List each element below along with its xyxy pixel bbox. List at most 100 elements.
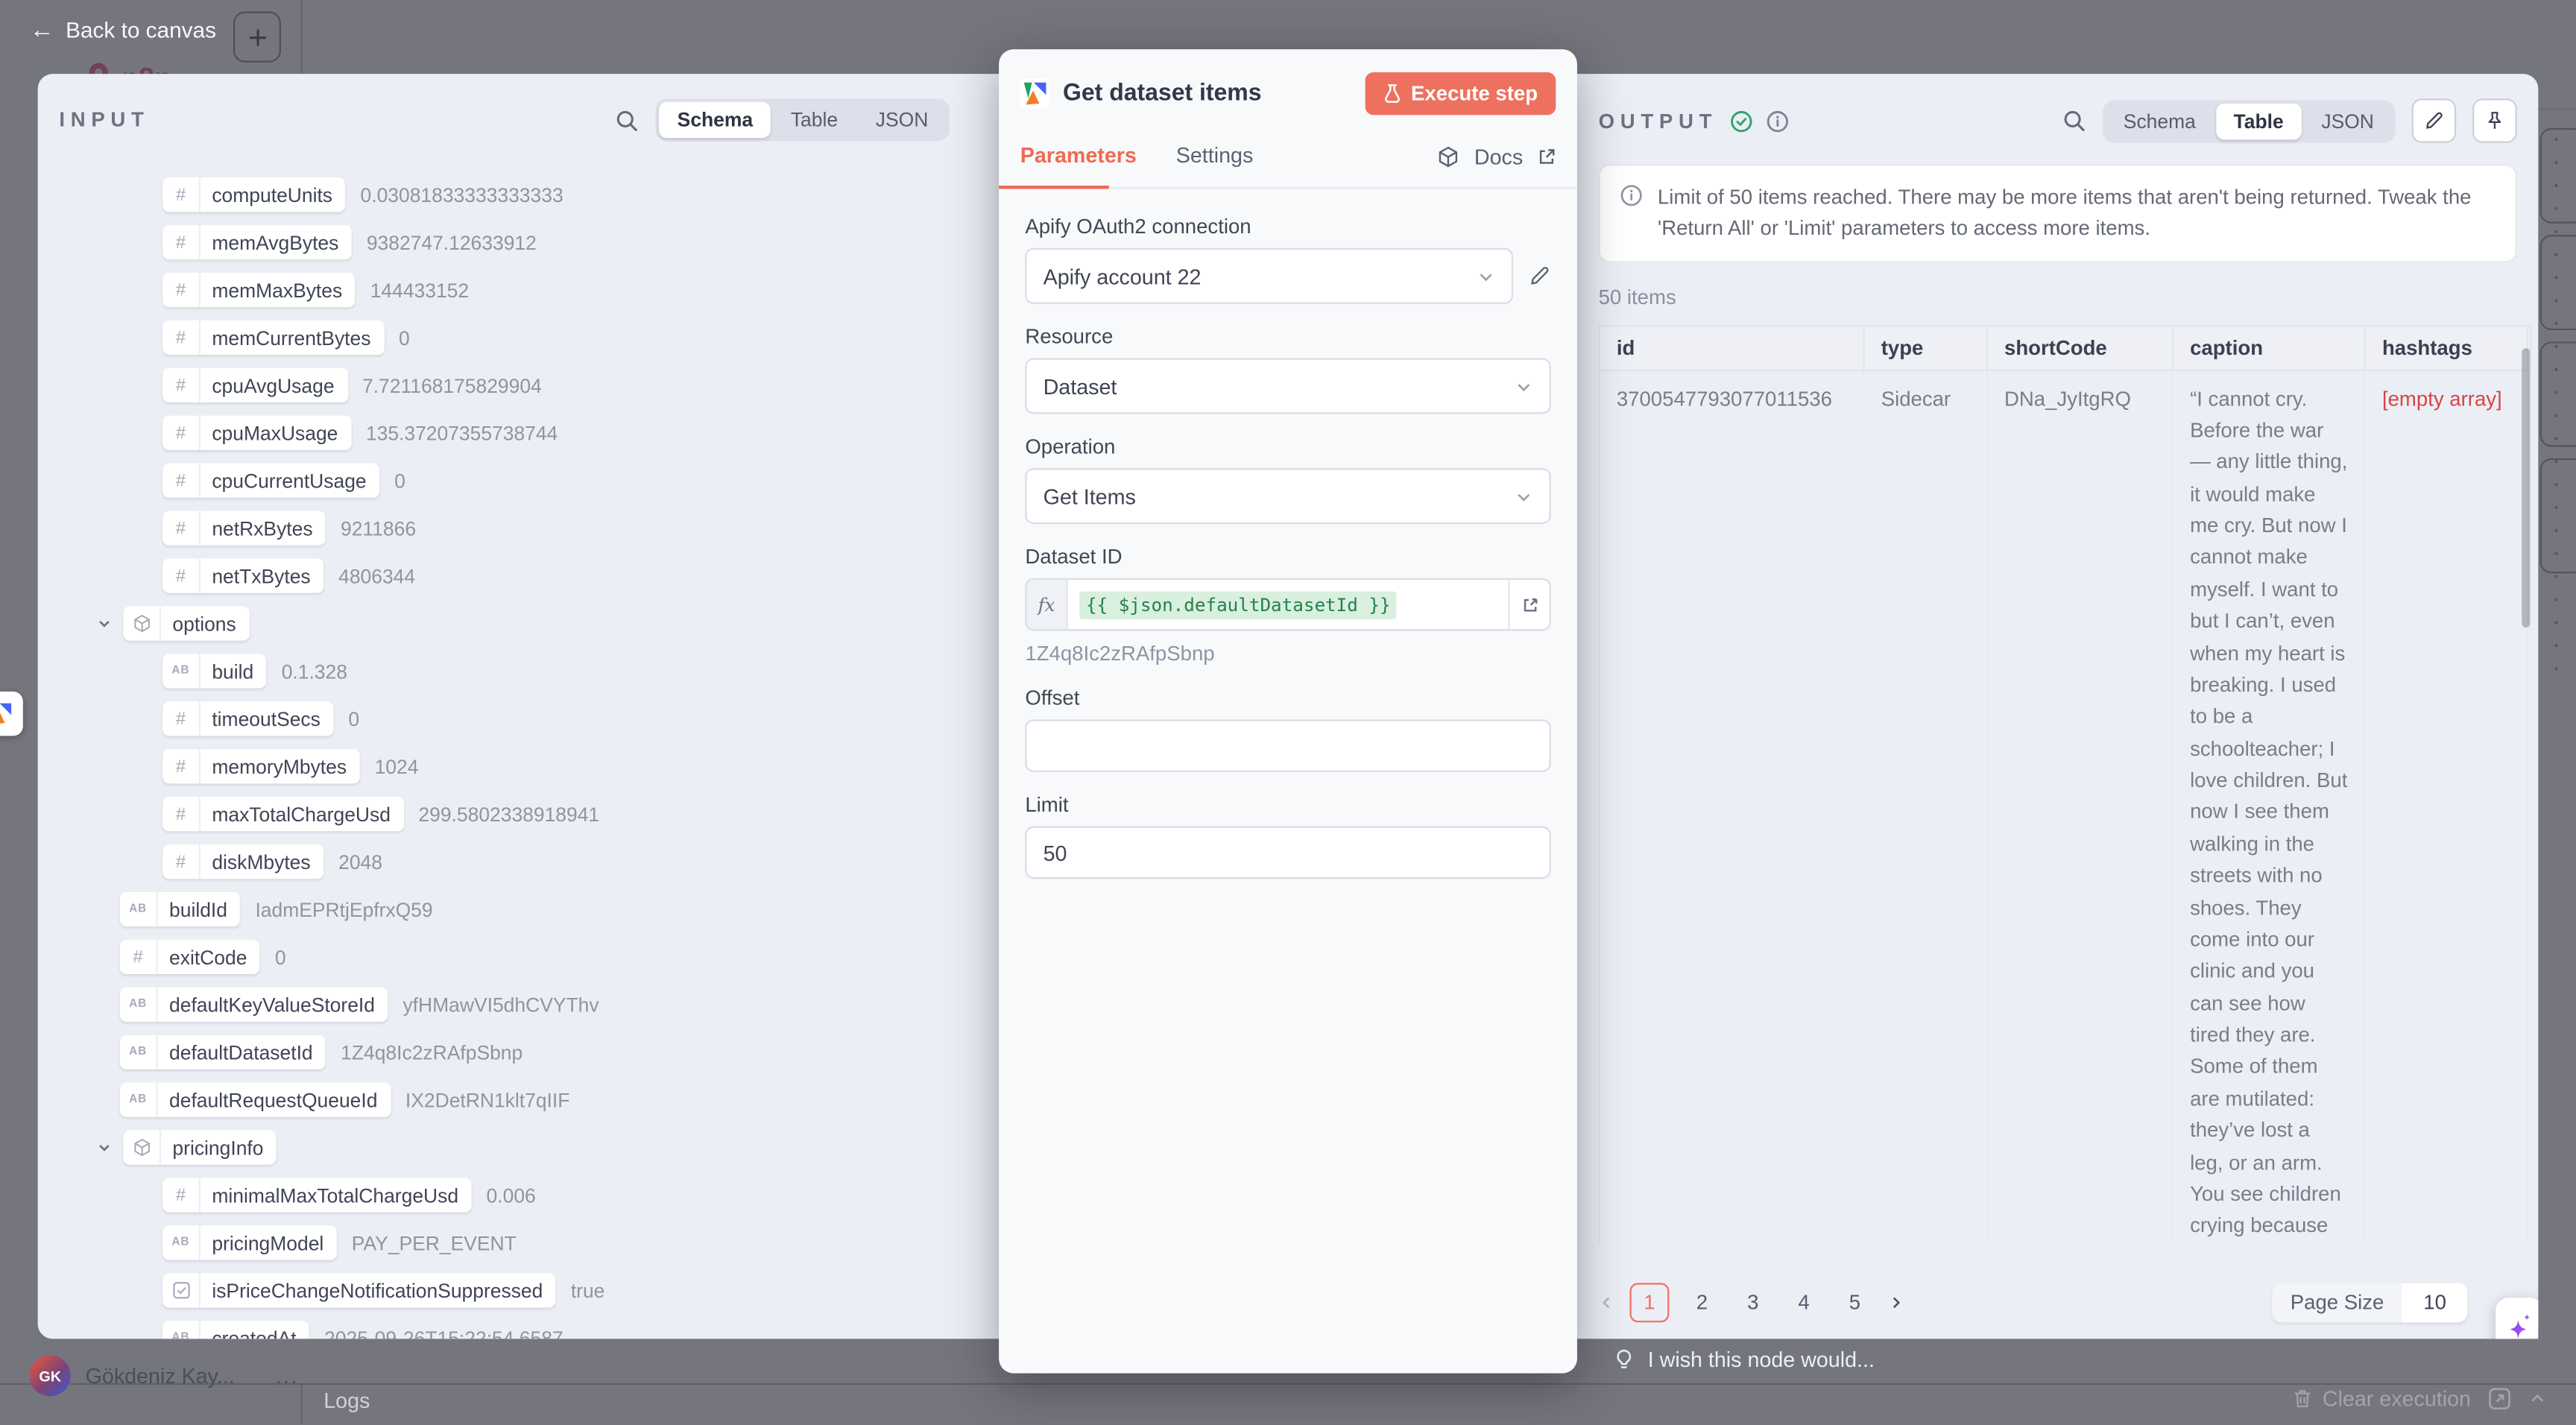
info-icon xyxy=(1620,184,1643,244)
tab-settings[interactable]: Settings xyxy=(1176,143,1254,183)
page-button-1[interactable]: 1 xyxy=(1629,1283,1669,1322)
input-node-icon[interactable] xyxy=(0,692,23,736)
page-button-4[interactable]: 4 xyxy=(1786,1285,1822,1321)
run-info-icon[interactable] xyxy=(1767,110,1790,133)
schema-key[interactable]: #cpuAvgUsage xyxy=(162,368,347,402)
pin-data-button[interactable] xyxy=(2472,98,2517,143)
column-header-caption[interactable]: caption xyxy=(2173,325,2365,370)
ai-assistant-button[interactable] xyxy=(2496,1298,2538,1339)
edit-connection-icon[interactable] xyxy=(1528,265,1551,288)
operation-label: Operation xyxy=(1025,435,1550,458)
schema-value: yfHMawVI5dhCVYThv xyxy=(402,993,599,1016)
schema-key[interactable]: #netRxBytes xyxy=(162,511,326,545)
schema-key[interactable]: #exitCode xyxy=(120,940,260,974)
schema-row: isPriceChangeNotificationSuppressedtrue xyxy=(38,1266,971,1314)
schema-key[interactable]: #cpuMaxUsage xyxy=(162,416,351,450)
schema-key[interactable]: #maxTotalChargeUsd xyxy=(162,797,403,831)
schema-key[interactable]: ABdefaultKeyValueStoreId xyxy=(120,988,388,1022)
chevron-down-icon[interactable] xyxy=(97,1140,112,1155)
scrollbar[interactable] xyxy=(2522,347,2530,627)
output-tab-json[interactable]: JSON xyxy=(2303,103,2392,139)
previous-page-button[interactable] xyxy=(1599,1295,1615,1311)
flask-icon xyxy=(1383,83,1401,103)
wish-input[interactable]: I wish this node would... xyxy=(1613,1347,1875,1371)
input-tab-json[interactable]: JSON xyxy=(858,102,947,138)
schema-key-label: maxTotalChargeUsd xyxy=(212,803,391,826)
schema-key[interactable]: ABdefaultRequestQueueId xyxy=(120,1083,391,1117)
add-node-button[interactable] xyxy=(233,11,281,62)
schema-row: #maxTotalChargeUsd299.5802338918941 xyxy=(38,790,971,838)
table-row[interactable]: 3700547793077011536SidecarDNa_JyItgRQ“I … xyxy=(1600,370,2531,1245)
number-type-icon: # xyxy=(162,1178,201,1212)
dataset-id-label: Dataset ID xyxy=(1025,546,1550,569)
chevron-down-icon[interactable] xyxy=(97,616,112,631)
schema-key[interactable]: ABbuild xyxy=(162,654,267,688)
column-header-hashtags[interactable]: hashtags xyxy=(2365,325,2528,370)
limit-input[interactable]: 50 xyxy=(1025,827,1550,879)
page-button-5[interactable]: 5 xyxy=(1837,1285,1872,1321)
page-button-3[interactable]: 3 xyxy=(1735,1285,1771,1321)
schema-row: #memMaxBytes144433152 xyxy=(38,266,971,314)
canvas-dot xyxy=(2554,575,2557,578)
schema-key[interactable]: #memAvgBytes xyxy=(162,225,352,259)
logs-toggle[interactable]: Logs xyxy=(323,1388,370,1412)
clear-execution-button[interactable]: Clear execution xyxy=(2291,1386,2471,1411)
page-size-select[interactable]: Page Size 10 xyxy=(2273,1283,2468,1322)
user-menu-dots[interactable]: ... xyxy=(276,1363,299,1388)
open-expression-editor-icon[interactable] xyxy=(1508,580,1549,629)
edit-output-button[interactable] xyxy=(2412,98,2457,143)
boolean-type-icon xyxy=(162,1273,201,1307)
docs-link[interactable]: Docs xyxy=(1438,145,1556,180)
docs-label: Docs xyxy=(1474,145,1523,169)
schema-key[interactable]: pricingInfo xyxy=(123,1130,277,1164)
offset-input[interactable] xyxy=(1025,719,1550,772)
schema-key[interactable]: #diskMbytes xyxy=(162,844,323,879)
schema-key[interactable]: ABpricingModel xyxy=(162,1225,337,1260)
schema-key[interactable]: ABcreatedAt xyxy=(162,1321,309,1339)
tab-parameters[interactable]: Parameters xyxy=(1020,143,1137,183)
schema-key[interactable]: #memCurrentBytes xyxy=(162,320,384,355)
page-button-2[interactable]: 2 xyxy=(1684,1285,1720,1321)
schema-key[interactable]: #minimalMaxTotalChargeUsd xyxy=(162,1178,472,1212)
schema-key[interactable]: #netTxBytes xyxy=(162,558,323,593)
schema-key[interactable]: #computeUnits xyxy=(162,177,345,212)
schema-key[interactable]: options xyxy=(123,606,249,640)
input-tab-schema[interactable]: Schema xyxy=(659,102,771,138)
operation-select[interactable]: Get Items xyxy=(1025,468,1550,524)
string-type-icon: AB xyxy=(120,892,158,926)
schema-key[interactable]: #cpuCurrentUsage xyxy=(162,464,379,498)
output-table-wrap: idtypeshortCodecaptionhashtagsmentions37… xyxy=(1599,324,2532,1244)
limit-notice-text: Limit of 50 items reached. There may be … xyxy=(1658,183,2496,244)
column-header-type[interactable]: type xyxy=(1864,325,1987,370)
back-to-canvas-button[interactable]: ← Back to canvas xyxy=(30,18,216,42)
dataset-id-expression-input[interactable]: fx {{ $json.defaultDatasetId }} xyxy=(1025,578,1550,631)
limit-value: 50 xyxy=(1044,840,1067,865)
schema-key[interactable]: #memMaxBytes xyxy=(162,273,356,307)
output-tab-table[interactable]: Table xyxy=(2215,103,2302,139)
search-icon[interactable] xyxy=(615,107,640,132)
search-icon[interactable] xyxy=(2061,108,2086,133)
schema-key[interactable]: #memoryMbytes xyxy=(162,749,360,783)
input-tab-table[interactable]: Table xyxy=(773,102,856,138)
schema-row: options xyxy=(38,599,971,647)
column-header-id[interactable]: id xyxy=(1600,325,1864,370)
column-header-shortCode[interactable]: shortCode xyxy=(1987,325,2173,370)
connection-select[interactable]: Apify account 22 xyxy=(1025,248,1513,304)
expression-resolved-value: 1Z4q8Ic2zRAfpSbnp xyxy=(1025,642,1550,666)
schema-key[interactable]: #timeoutSecs xyxy=(162,701,333,736)
background-panel-ghost xyxy=(2540,128,2576,224)
schema-key-label: timeoutSecs xyxy=(212,707,321,730)
output-tab-schema[interactable]: Schema xyxy=(2106,103,2214,139)
execute-step-button[interactable]: Execute step xyxy=(1365,72,1556,115)
open-logs-window-button[interactable] xyxy=(2487,1386,2512,1411)
collapse-panel-button[interactable] xyxy=(2528,1390,2546,1408)
resource-select[interactable]: Dataset xyxy=(1025,358,1550,414)
next-page-button[interactable] xyxy=(1888,1295,1904,1311)
chevron-down-icon xyxy=(1477,267,1494,285)
offset-label: Offset xyxy=(1025,686,1550,710)
schema-key[interactable]: isPriceChangeNotificationSuppressed xyxy=(162,1273,556,1307)
user-menu[interactable]: GK Gökdeniz Kay... ... xyxy=(30,1355,299,1396)
schema-key[interactable]: ABdefaultDatasetId xyxy=(120,1035,326,1069)
schema-value: 135.37207355738744 xyxy=(366,421,558,444)
schema-key[interactable]: ABbuildId xyxy=(120,892,241,926)
